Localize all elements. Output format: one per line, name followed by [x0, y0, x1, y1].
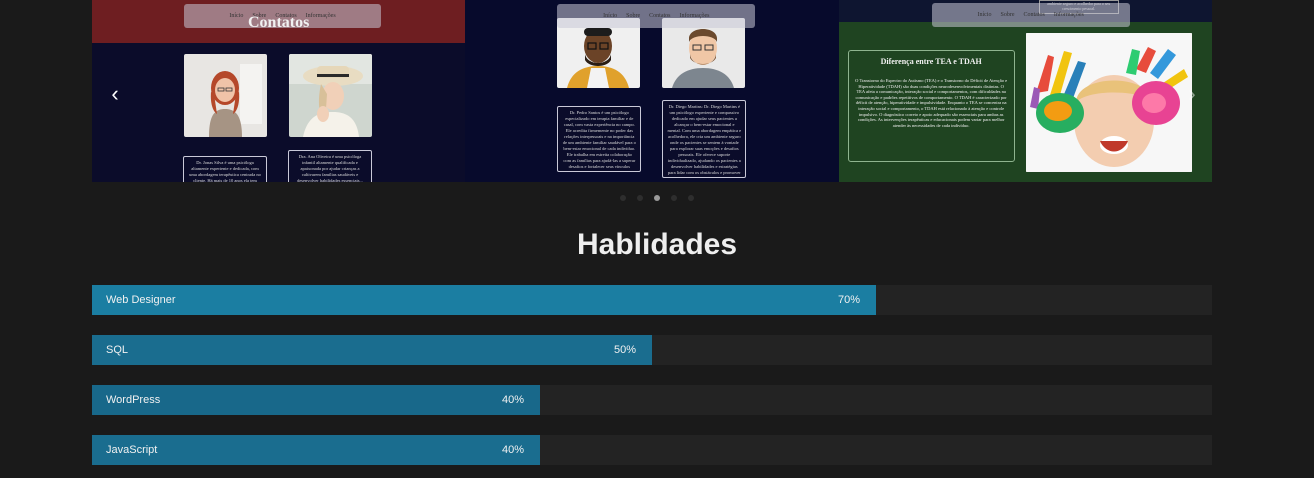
- nav-item-sobre: Sobre: [626, 13, 641, 19]
- nav-item-contatos: Contatos: [649, 13, 671, 19]
- skill-name: SQL: [106, 344, 129, 356]
- carousel-slide-tea-tdah: ambiente seguro e acolhedor para o seu c…: [838, 0, 1212, 182]
- skill-bar: WordPress 40%: [92, 385, 1212, 415]
- skill-bar: SQL 50%: [92, 335, 1212, 365]
- carousel-indicator-dot[interactable]: [671, 195, 677, 201]
- carousel-indicator-dot[interactable]: [620, 195, 626, 201]
- psychologist-photo-man-glasses: [557, 18, 641, 88]
- skills-section-title: Hablidades: [576, 228, 738, 261]
- nav-item-sobre: Sobre: [1000, 12, 1015, 18]
- carousel-slide-psychologists: Início Sobre Contatos Informações Dr. Pe…: [465, 0, 839, 182]
- skill-bar: Web Designer 70%: [92, 285, 1212, 315]
- nav-item-informacoes: Informações: [1053, 12, 1084, 18]
- skill-percent: 70%: [837, 294, 860, 306]
- psychologist-photo-woman-glasses: [184, 54, 267, 137]
- child-painted-hands-photo: [1025, 33, 1192, 172]
- skill-bar-fill: [92, 335, 652, 365]
- nav-item-informacoes: Informações: [679, 13, 710, 19]
- slide-nav-bar: Início Sobre Contatos Informações: [557, 4, 756, 28]
- skill-percent: 40%: [501, 394, 524, 406]
- psychologist-card: Dr. Diego Martins: Dr. Diego Martins é u…: [662, 100, 747, 178]
- tea-tdah-info-box: Diferença entre TEA e TDAH O Transtorno …: [847, 50, 1015, 162]
- skill-bar-fill: [92, 285, 876, 315]
- nav-item-inicio: Início: [603, 13, 618, 19]
- info-text: O Transtorno do Espectro do Autismo (TEA…: [855, 78, 1008, 128]
- carousel-indicators: [0, 195, 1314, 201]
- skill-percent: 40%: [501, 444, 524, 456]
- carousel-indicator-dot[interactable]: [637, 195, 643, 201]
- carousel-indicator-dot[interactable]: [688, 195, 694, 201]
- skill-name: WordPress: [106, 394, 161, 406]
- carousel-slide-contatos: Início Sobre Contatos Informações Contat…: [92, 0, 466, 182]
- carousel-indicator-dot[interactable]: [654, 195, 660, 201]
- psychologist-card: Dra. Ana Oliveira é uma psicóloga infant…: [288, 150, 372, 182]
- image-carousel[interactable]: Início Sobre Contatos Informações Contat…: [92, 0, 1212, 182]
- skill-bar-fill: [92, 435, 540, 465]
- psychologist-card: Dr. Jonas Silva é uma psicóloga altament…: [183, 156, 267, 182]
- psychologist-card: Dr. Pedro Santos é um psicólogo especial…: [557, 106, 642, 172]
- slide-nav-bar: Início Sobre Contatos Informações: [931, 3, 1130, 27]
- slide-banner-title: Contatos: [247, 14, 310, 31]
- carousel-next-icon[interactable]: ›: [1180, 80, 1204, 108]
- psychologist-photo-woman-hat: [289, 54, 372, 137]
- skill-name: JavaScript: [106, 444, 158, 456]
- info-title: Diferença entre TEA e TDAH: [880, 57, 982, 66]
- nav-item-contatos: Contatos: [1023, 12, 1045, 18]
- nav-item-inicio: Início: [977, 12, 992, 18]
- carousel-prev-icon[interactable]: ‹: [103, 80, 127, 108]
- psychologist-photo-man-beard: [662, 18, 746, 88]
- skill-name: Web Designer: [106, 294, 176, 306]
- skill-percent: 50%: [613, 344, 636, 356]
- skill-bar: JavaScript 40%: [92, 435, 1212, 465]
